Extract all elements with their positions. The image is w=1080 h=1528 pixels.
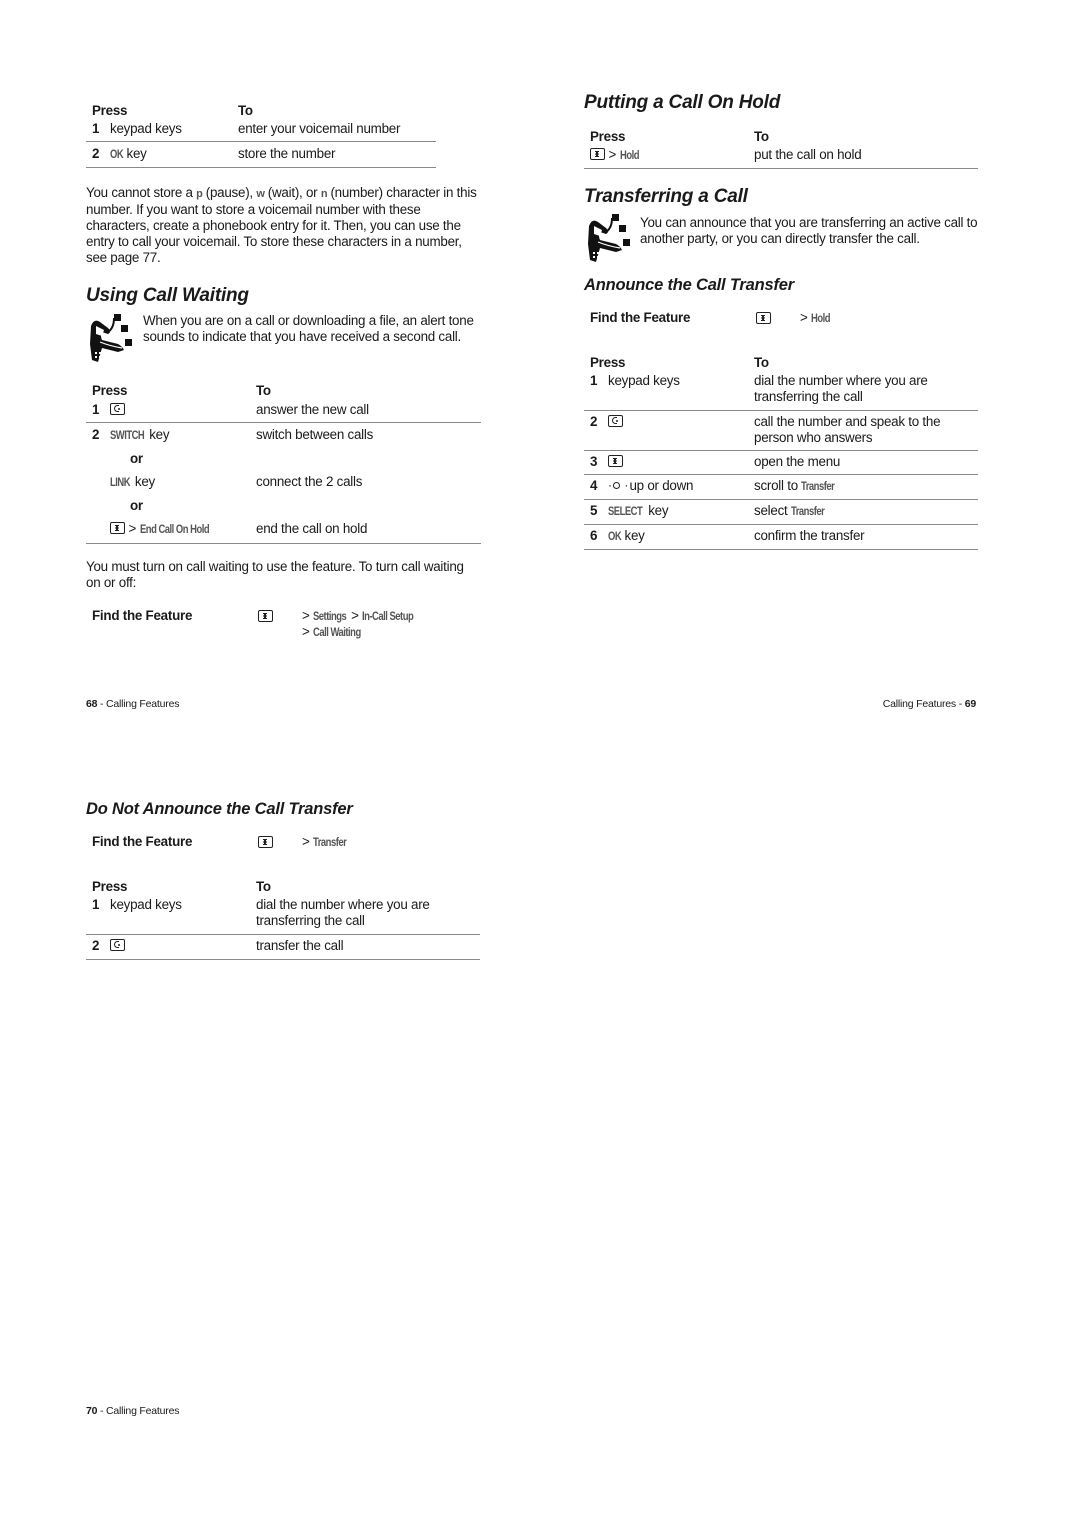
table-row: 1 keypad keys enter your voicemail numbe… <box>86 118 436 142</box>
ok-key-label: OK <box>110 149 124 161</box>
call-waiting-intro: When you are on a call or downloading a … <box>143 313 474 344</box>
section-title-call-waiting: Using Call Waiting <box>86 285 249 306</box>
table-row: 1 answer the new call <box>86 398 481 423</box>
find-the-feature-transfer: Find the Feature > Transfer <box>92 834 347 851</box>
section-title-do-not-announce: Do Not Announce the Call Transfer <box>86 800 353 818</box>
no-announce-steps-table: Press To 1 keypad keys dial the number w… <box>86 876 480 960</box>
table-header: Press To <box>92 879 271 894</box>
send-key-icon <box>110 939 125 951</box>
table-row: 5 SELECT key select Transfer <box>584 500 978 525</box>
hold-steps-table: Press To > Hold put the call on hold <box>584 126 978 169</box>
table-row: 2 transfer the call <box>86 935 480 960</box>
ok-key-label: OK <box>608 531 622 543</box>
voicemail-steps-table: Press To 1 keypad keys enter your voicem… <box>86 100 436 168</box>
voicemail-note: You cannot store a p (pause), w (wait), … <box>86 185 477 265</box>
menu-path-settings[interactable]: Settings <box>313 609 347 625</box>
network-feature-icon <box>90 314 132 362</box>
menu-path-transfer[interactable]: Transfer <box>313 835 347 851</box>
find-the-feature-call-waiting: Find the Feature > Settings > In-Call Se… <box>92 608 414 641</box>
table-row: 1 keypad keys dial the number where you … <box>584 370 978 411</box>
page-footer-69: Calling Features - 69 <box>882 698 976 710</box>
menu-key-icon <box>608 455 623 467</box>
table-row: 6 OK key confirm the transfer <box>584 525 978 550</box>
switch-key-label: SWITCH <box>110 430 145 442</box>
call-waiting-steps-table: Press To 1 answer the new call 2 SWITCH … <box>86 380 481 544</box>
transfer-intro: You can announce that you are transferri… <box>640 215 978 246</box>
table-row: 2 SWITCH key switch between calls or LIN… <box>86 423 481 544</box>
table-row: 1 keypad keys dial the number where you … <box>86 894 480 935</box>
page-footer-70: 70 - Calling Features <box>86 1405 180 1417</box>
menu-path-call-waiting[interactable]: Call Waiting <box>313 625 361 641</box>
menu-key-icon <box>590 148 605 160</box>
transfer-label: Transfer <box>801 481 835 493</box>
table-header: Press To <box>590 355 769 370</box>
menu-key-icon <box>258 836 273 848</box>
find-the-feature-announce: Find the Feature > Hold <box>590 310 831 327</box>
call-waiting-note: You must turn on call waiting to use the… <box>86 559 464 590</box>
table-header: Press To <box>92 383 271 398</box>
table-header: Press To <box>590 129 769 144</box>
table-row: 4 up or down scroll to Transfer <box>584 475 978 500</box>
section-title-announce-transfer: Announce the Call Transfer <box>584 276 794 294</box>
section-title-hold: Putting a Call On Hold <box>584 92 781 113</box>
menu-key-icon <box>110 522 125 534</box>
page-footer-68: 68 - Calling Features <box>86 698 180 710</box>
header-press: Press <box>92 103 128 118</box>
table-row: 3 open the menu <box>584 451 978 475</box>
header-to: To <box>238 103 253 118</box>
send-key-icon <box>110 403 125 415</box>
menu-path-hold[interactable]: Hold <box>811 311 830 327</box>
table-row: > Hold put the call on hold <box>584 144 978 169</box>
menu-key-icon <box>258 610 273 622</box>
menu-path-in-call-setup[interactable]: In-Call Setup <box>362 609 414 625</box>
section-title-transfer: Transferring a Call <box>584 186 748 207</box>
nav-key-icon <box>608 477 633 493</box>
table-header: Press To <box>86 100 436 118</box>
end-call-on-hold-label: End Call On Hold <box>139 524 210 536</box>
hold-label: Hold <box>619 150 639 162</box>
network-feature-icon <box>588 214 630 262</box>
announce-transfer-steps-table: Press To 1 keypad keys dial the number w… <box>584 352 978 550</box>
link-key-label: LINK <box>110 477 131 489</box>
transfer-label: Transfer <box>790 506 825 518</box>
table-row: 2 call the number and speak to the perso… <box>584 411 978 451</box>
menu-key-icon <box>756 312 771 324</box>
select-key-label: SELECT <box>608 506 643 518</box>
table-row: 2 OK key store the number <box>86 142 436 168</box>
send-key-icon <box>608 415 623 427</box>
